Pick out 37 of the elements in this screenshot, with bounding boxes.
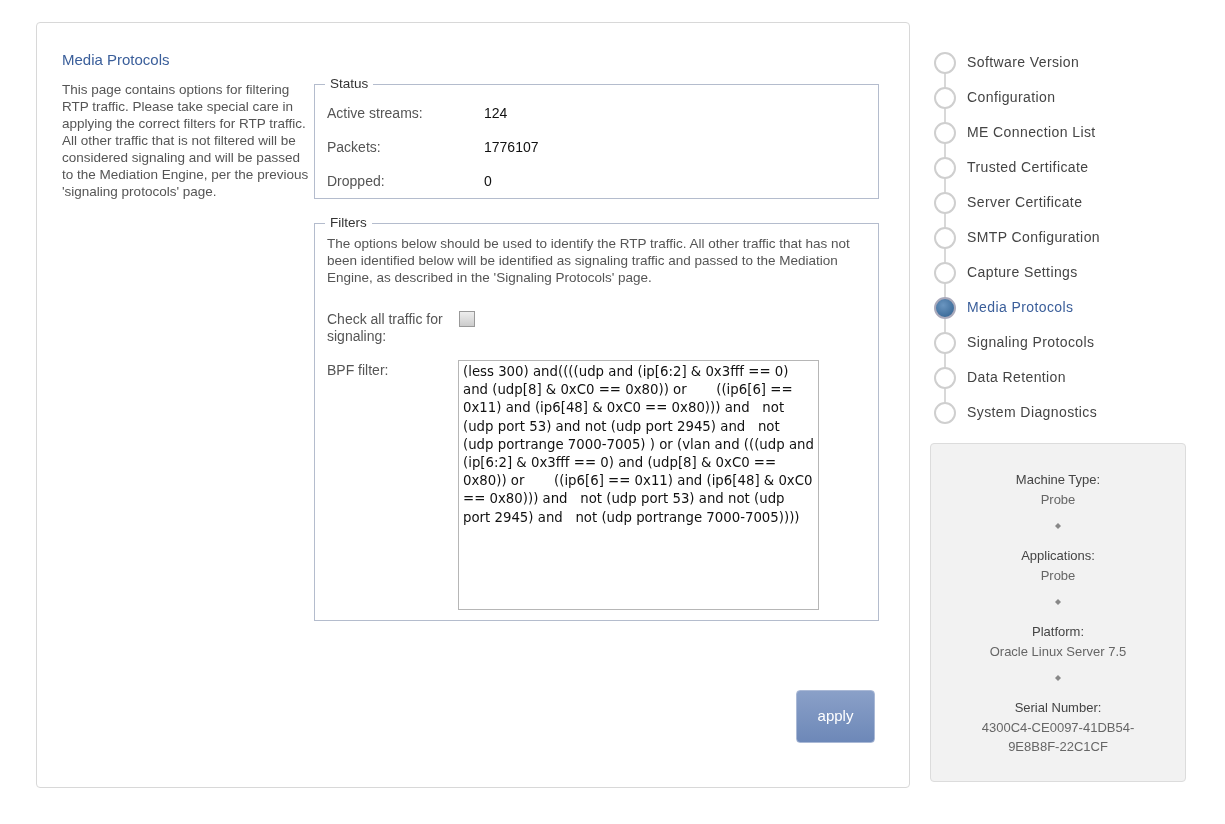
info-value: 4300C4-CE0097-41DB54-9E8B8F-22C1CF (980, 718, 1136, 756)
info-label: Machine Type: (1014, 471, 1102, 489)
step-link[interactable]: Software Version (967, 52, 1080, 73)
step-link[interactable]: Data Retention (967, 367, 1066, 388)
info-value: Probe (1039, 490, 1077, 509)
step-link[interactable]: SMTP Configuration (967, 227, 1100, 248)
page-description: This page contains options for filtering RTP traffic. Please take special care in applying the correct filters for RTP traffic. All other traffic that is not filtered will be considered signaling and will be passed to the Mediation Engine, per the previous 'signaling protocols' page. (62, 80, 310, 200)
step-link[interactable]: Capture Settings (967, 262, 1078, 283)
separator-icon (1055, 599, 1061, 605)
info-label: Platform: (1031, 623, 1085, 641)
field-value: 1776107 (484, 137, 539, 157)
field-label: Active streams: (327, 103, 424, 123)
filters-legend: Filters (325, 215, 372, 231)
field-value: 0 (484, 171, 492, 191)
field-label: BPF filter: (327, 361, 390, 380)
field-label: Dropped: (327, 171, 386, 191)
page-title: Media Protocols (62, 50, 171, 70)
step-link[interactable]: Configuration (967, 87, 1056, 108)
status-legend: Status (325, 76, 374, 92)
separator-icon (1055, 675, 1061, 681)
bpf-filter-field[interactable]: (less 300) and((((udp and (ip[6:2] & 0x3fff == 0) and (udp[8] & 0xC0 == 0x80)) or ((ip6[6] == 0x11) and (ip6[48] & 0xC0 == 0x80))) and not (udp port 53) and not (udp port 2945) and not (udp portrange 7000-7005) ) or (vlan and (((udp and (ip[6:2] & 0x3fff == 0) and (udp[8] & 0xC0 == 0x80)) or ((ip6[6] == 0x11) and (ip6[48] & 0xC0 == 0x80))) and not (udp port 53) and not (udp port 2945) and not (udp portrange 7000-7005)))) (458, 360, 819, 610)
step-link[interactable]: Server Certificate (967, 192, 1083, 213)
step-link[interactable]: Trusted Certificate (967, 157, 1089, 178)
field-label: Packets: (327, 137, 382, 157)
checkbox-label: Check all traffic for signaling: (327, 311, 444, 345)
step-link[interactable]: Media Protocols (967, 297, 1074, 318)
info-value: Probe (1039, 566, 1077, 585)
step-link[interactable]: Signaling Protocols (967, 332, 1095, 353)
info-value: Oracle Linux Server 7.5 (988, 642, 1128, 661)
step-link[interactable]: System Diagnostics (967, 402, 1098, 423)
info-label: Applications: (1020, 547, 1096, 565)
separator-icon (1055, 523, 1061, 529)
signaling-checkbox[interactable] (459, 311, 475, 327)
info-label: Serial Number: (1013, 699, 1103, 717)
field-value: 124 (484, 103, 508, 123)
filters-description: The options below should be used to identify the RTP traffic. All other traffic that has not been identified below will be identified as signaling traffic and passed to the Mediation Engine, as described in the 'Signaling Protocols' page. (327, 235, 851, 286)
step-link[interactable]: ME Connection List (967, 122, 1096, 143)
